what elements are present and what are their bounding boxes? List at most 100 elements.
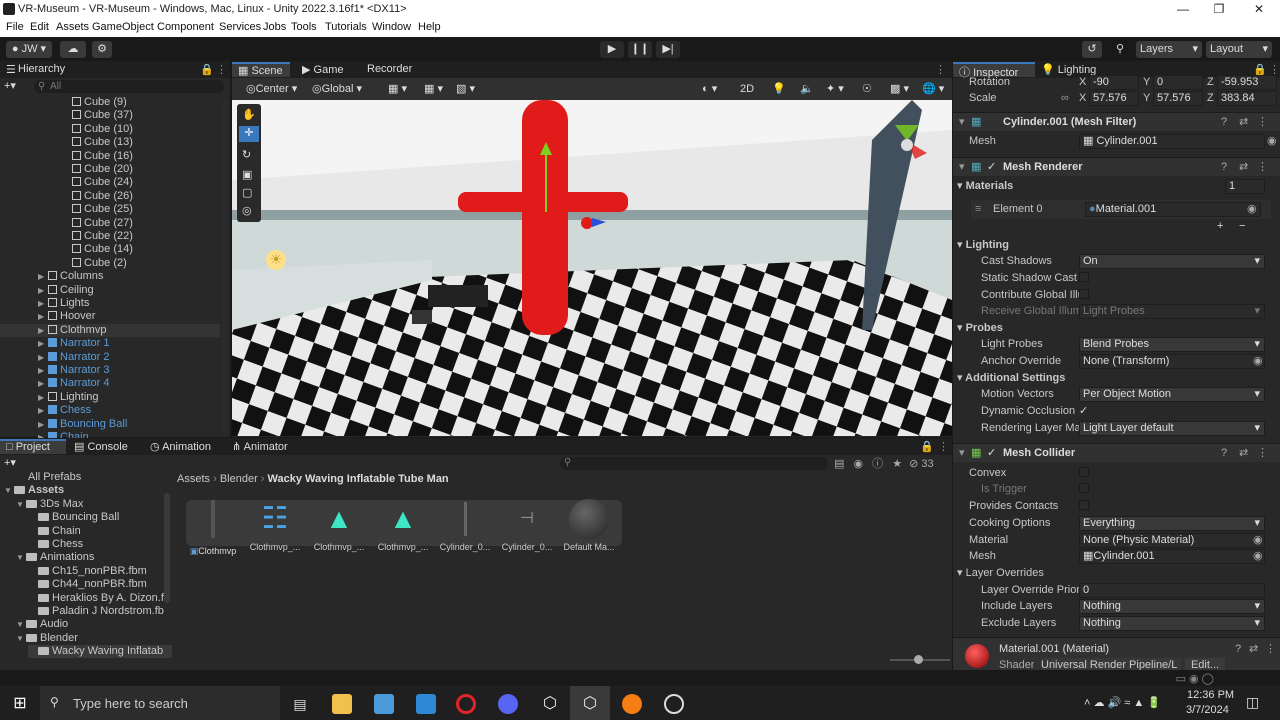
component-menu-icon[interactable]: ⋮ (1257, 446, 1268, 461)
expand-arrow-icon[interactable]: ▶ (38, 351, 48, 364)
tab-animation[interactable]: ◷ Animation (150, 440, 211, 453)
motion-vectors-dropdown[interactable]: Per Object Motion ▾ (1079, 387, 1265, 402)
add-element-button[interactable]: + (1217, 219, 1223, 234)
project-folder-item[interactable]: All Prefabs (4, 471, 81, 484)
layer-overrides-label[interactable]: ▾ Layer Overrides (957, 566, 1044, 581)
contribute-gi-checkbox[interactable] (1079, 288, 1089, 303)
hierarchy-search-input[interactable]: ⚲ All (34, 80, 224, 93)
preset-icon[interactable]: ⇄ (1239, 160, 1248, 175)
foldout-arrow-icon[interactable]: ▾ (959, 446, 965, 461)
tab-animator[interactable]: ⋔ Animator (232, 440, 288, 453)
notifications-icon[interactable]: ◫ (1246, 694, 1259, 711)
asset-item[interactable]: ▣Clothmvp (182, 496, 244, 557)
microsoft-store-icon[interactable] (374, 694, 394, 714)
grid-icon[interactable]: ▦ ▾ (424, 81, 443, 98)
project-folder-item[interactable]: ▼ Blender (16, 632, 78, 645)
camera-dropdown[interactable]: ▩ ▾ (890, 81, 909, 98)
hierarchy-item[interactable]: Cube (25) (0, 203, 220, 216)
settings-gear-icon[interactable]: ⚙ (92, 41, 112, 58)
rotation-y-field[interactable]: 0 (1153, 75, 1203, 90)
cast-shadows-dropdown[interactable]: On ▾ (1079, 254, 1265, 269)
expand-arrow-icon[interactable]: ▼ (4, 484, 14, 497)
menu-jobs[interactable]: Jobs (263, 21, 286, 33)
hierarchy-item[interactable]: ▶ Narrator 2 (0, 351, 220, 364)
filter-by-type-icon[interactable]: ▤ (834, 458, 844, 470)
hierarchy-item[interactable]: Cube (9) (0, 96, 220, 109)
physic-material-field[interactable]: None (Physic Material) (1079, 533, 1265, 548)
object-picker-icon[interactable]: ◉ (1253, 354, 1263, 369)
mesh-field[interactable]: ▦ Cylinder.001 (1079, 134, 1265, 149)
expand-arrow-icon[interactable]: ▶ (38, 418, 48, 431)
hierarchy-item[interactable]: ▶ Narrator 3 (0, 364, 220, 377)
menu-file[interactable]: File (6, 21, 24, 33)
object-picker-icon[interactable]: ◉ (1253, 549, 1263, 564)
play-button[interactable]: ▶ (600, 41, 624, 58)
rect-tool-icon[interactable]: ▢ (242, 186, 252, 199)
project-folder-item[interactable]: Paladin J Nordstrom.fb (28, 605, 164, 618)
grid-snap-icon[interactable]: ▦ ▾ (388, 81, 407, 98)
help-icon[interactable]: ? (1221, 446, 1227, 461)
obs-icon[interactable] (664, 694, 684, 714)
expand-arrow-icon[interactable]: ▶ (38, 377, 48, 390)
project-folder-item[interactable]: ▼ Audio (16, 618, 68, 631)
menu-component[interactable]: Component (157, 21, 214, 33)
tab-game[interactable]: ▶ Game (302, 63, 343, 76)
effects-dropdown[interactable]: ✦ ▾ (826, 81, 844, 98)
rotation-x-field[interactable]: -90 (1089, 75, 1139, 90)
hierarchy-item[interactable]: Cube (27) (0, 217, 220, 230)
hierarchy-item[interactable]: Cube (2) (0, 257, 220, 270)
expand-arrow-icon[interactable]: ▼ (16, 551, 26, 564)
asset-item[interactable]: ▲ Clothmvp_... (372, 496, 434, 552)
provides-contacts-checkbox[interactable] (1079, 499, 1089, 514)
lighting-toggle-icon[interactable]: 💡 (772, 81, 786, 98)
info-icon[interactable]: ⓘ (872, 458, 883, 470)
hierarchy-item[interactable]: Cube (22) (0, 230, 220, 243)
project-folder-item[interactable]: Bouncing Ball (28, 511, 119, 524)
zoom-slider-thumb[interactable] (914, 655, 923, 664)
project-folder-item[interactable]: Ch15_nonPBR.fbm (28, 565, 147, 578)
hierarchy-item[interactable]: ▶ Columns (0, 270, 220, 283)
asset-item[interactable]: Default Ma... (558, 496, 620, 552)
hierarchy-item[interactable]: ▶ Hoover (0, 310, 220, 323)
hierarchy-item[interactable]: Cube (26) (0, 190, 220, 203)
opera-icon[interactable] (456, 694, 476, 714)
drag-handle-icon[interactable]: ≡ (975, 202, 981, 217)
filter-by-label-icon[interactable]: ◉ (853, 458, 863, 470)
pivot-dropdown[interactable]: ◎Center ▾ (246, 81, 297, 98)
project-folder-item[interactable]: ▼ Animations (16, 551, 94, 564)
breadcrumb-assets[interactable]: Assets (177, 473, 210, 485)
project-folder-item[interactable]: ▼ Assets (4, 484, 64, 497)
unity-editor-taskbar-active[interactable]: ⬡ (570, 686, 610, 720)
kebab-menu-icon[interactable]: ⋮ (938, 440, 949, 453)
tab-project[interactable]: □ Project (0, 439, 66, 454)
light-probes-dropdown[interactable]: Blend Probes ▾ (1079, 337, 1265, 352)
tab-hierarchy[interactable]: Hierarchy (18, 63, 65, 75)
enabled-checkbox[interactable]: ✓ (987, 446, 996, 461)
anchor-override-field[interactable]: None (Transform) (1079, 354, 1265, 369)
rendering-layer-dropdown[interactable]: Light Layer default ▾ (1079, 421, 1265, 436)
foldout-arrow-icon[interactable]: ▾ (959, 160, 965, 175)
scene-viewport[interactable]: ☀ ✋ ✛ ↻ ▣ ▢ ◎ (232, 100, 952, 436)
lock-icon[interactable]: 🔒 (200, 63, 214, 76)
help-icon[interactable]: ? (1221, 115, 1227, 130)
probes-section-label[interactable]: ▾ Probes (957, 321, 1003, 336)
expand-arrow-icon[interactable]: ▶ (38, 404, 48, 417)
material-header[interactable]: Material.001 (Material) Shader Universal… (953, 637, 1280, 670)
menu-gameobject[interactable]: GameObject (92, 21, 154, 33)
expand-arrow-icon[interactable]: ▼ (16, 618, 26, 631)
preset-icon[interactable]: ⇄ (1239, 115, 1248, 130)
asset-item[interactable]: ☷ Clothmvp_... (244, 496, 306, 552)
hierarchy-item[interactable]: ▶ Lights (0, 297, 220, 310)
taskbar-search-box[interactable]: ⚲ Type here to search (40, 686, 280, 720)
windows-start-icon[interactable]: ⊞ (10, 694, 30, 714)
unity-hub-icon[interactable]: ⬡ (540, 694, 560, 714)
hierarchy-item[interactable]: Cube (14) (0, 243, 220, 256)
object-picker-icon[interactable]: ◉ (1267, 134, 1277, 149)
expand-arrow-icon[interactable]: ▶ (38, 310, 48, 323)
lighting-section-label[interactable]: ▾ Lighting (957, 238, 1009, 253)
menu-tutorials[interactable]: Tutorials (325, 21, 367, 33)
account-dropdown[interactable]: ● JW ▾ (6, 41, 52, 58)
file-explorer-icon[interactable] (332, 694, 352, 714)
mail-icon[interactable] (416, 694, 436, 714)
move-tool-icon[interactable]: ✛ (239, 126, 259, 142)
